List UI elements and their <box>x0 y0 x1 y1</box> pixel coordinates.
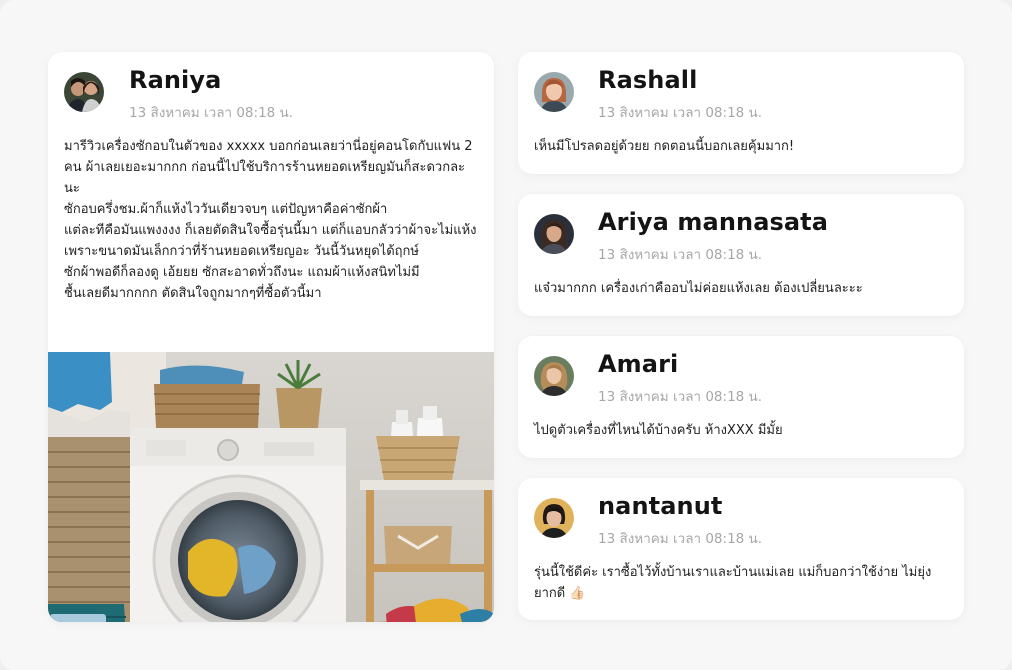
post-body: มารีวิวเครื่องซักอบในตัวของ xxxxx บอกก่อ… <box>64 139 477 301</box>
comment-timestamp[interactable]: 13 สิงหาคม เวลา 08:18 น. <box>598 101 762 123</box>
comment-card: Amari 13 สิงหาคม เวลา 08:18 น. ไปดูตัวเค… <box>518 336 964 458</box>
author-name[interactable]: Amari <box>598 350 678 378</box>
author-name[interactable]: nantanut <box>598 492 722 520</box>
author-name[interactable]: Raniya <box>129 66 221 94</box>
author-name[interactable]: Ariya mannasata <box>598 208 828 236</box>
comment-timestamp[interactable]: 13 สิงหาคม เวลา 08:18 น. <box>598 385 762 407</box>
comment-card: Ariya mannasata 13 สิงหาคม เวลา 08:18 น.… <box>518 194 964 316</box>
comment-timestamp[interactable]: 13 สิงหาคม เวลา 08:18 น. <box>598 527 762 549</box>
comment-card: Rashall 13 สิงหาคม เวลา 08:18 น. เห็นมีโ… <box>518 52 964 174</box>
comment-body: รุ่นนี้ใช้ดีค่ะ เราซื้อไว้ทั้งบ้านเราและ… <box>534 565 932 601</box>
feed-canvas: Raniya 13 สิงหาคม เวลา 08:18 น. มารีวิวเ… <box>0 0 1012 670</box>
avatar[interactable] <box>534 356 574 396</box>
post-card: Raniya 13 สิงหาคม เวลา 08:18 น. มารีวิวเ… <box>48 52 494 622</box>
post-photo[interactable] <box>48 352 494 622</box>
comment-body: ไปดูตัวเครื่องที่ไหนได้บ้างครับ ห้างXXX … <box>534 423 783 438</box>
comment-body: เห็นมีโปรลดอยู่ด้วยย กดตอนนี้บอกเลยคุ้มม… <box>534 139 795 154</box>
avatar[interactable] <box>534 72 574 112</box>
avatar[interactable] <box>534 498 574 538</box>
comment-card: nantanut 13 สิงหาคม เวลา 08:18 น. รุ่นนี… <box>518 478 964 620</box>
author-name[interactable]: Rashall <box>598 66 697 94</box>
comment-body: แจ๋วมากกก เครื่องเก่าคืออบไม่ค่อยแห้งเลย… <box>534 281 863 296</box>
avatar[interactable] <box>534 214 574 254</box>
comment-timestamp[interactable]: 13 สิงหาคม เวลา 08:18 น. <box>598 243 762 265</box>
post-timestamp[interactable]: 13 สิงหาคม เวลา 08:18 น. <box>129 101 293 123</box>
avatar[interactable] <box>64 72 104 112</box>
